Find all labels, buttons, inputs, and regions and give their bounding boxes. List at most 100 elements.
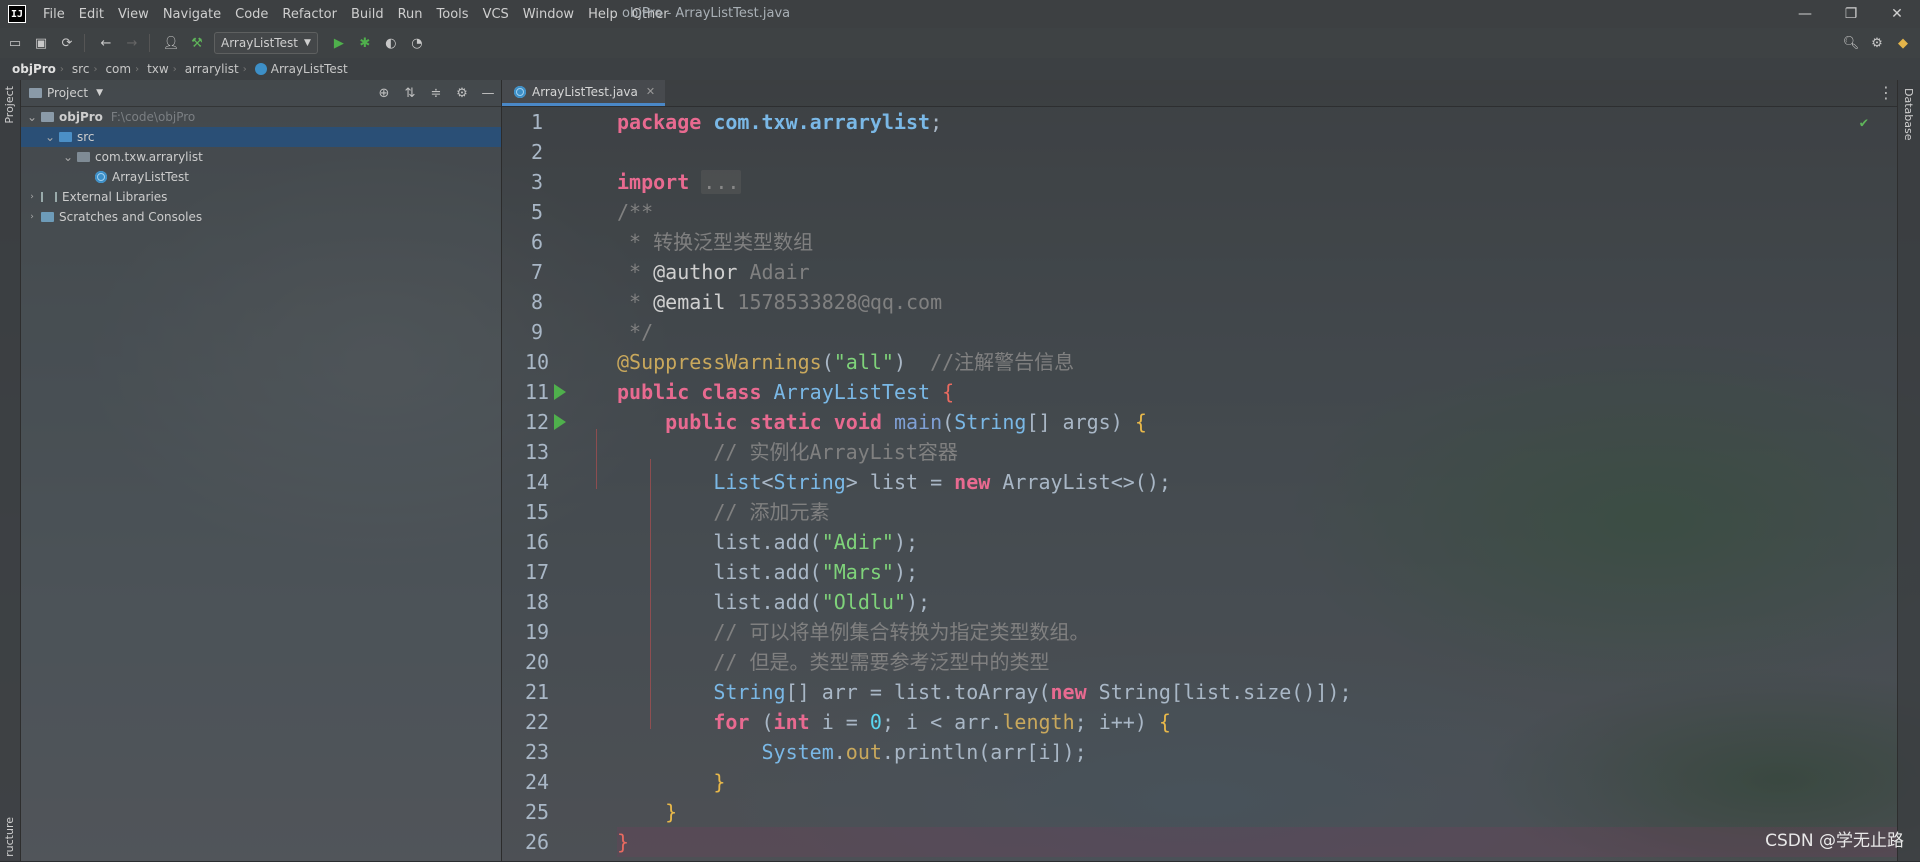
java-class-icon (514, 85, 526, 98)
line-number: 13 (524, 440, 550, 464)
breadcrumb-item[interactable]: ArrayListTest (247, 62, 352, 76)
run-config-label: ArrayListTest (221, 36, 298, 50)
code-line: */ (617, 320, 654, 344)
source-code[interactable]: package com.txw.arrarylist; import ... /… (617, 107, 1898, 857)
code-line: public static void main(String[] args) { (665, 410, 1147, 434)
tree-item[interactable]: › Scratches and Consoles (21, 207, 501, 227)
minimize-button[interactable]: — (1782, 0, 1828, 28)
tree-item-path: F:\code\objPro (110, 110, 196, 124)
inspection-ok-icon[interactable]: ✔ (1860, 115, 1868, 131)
tree-item[interactable]: › External Libraries (21, 187, 501, 207)
coverage-icon[interactable]: ◐ (380, 32, 402, 54)
menu-item-window[interactable]: Window (516, 7, 581, 22)
chevron-down-icon[interactable]: ⌄ (25, 110, 39, 124)
code-line: // 但是。类型需要参考泛型中的类型 (713, 650, 1050, 674)
chevron-down-icon[interactable]: ⌄ (43, 130, 57, 144)
menu-item-vcs[interactable]: VCS (476, 7, 516, 22)
editor-tab[interactable]: ArrayListTest.java ✕ (502, 80, 666, 106)
run-icon[interactable]: ▶ (328, 32, 350, 54)
sync-icon[interactable]: ⟳ (56, 32, 78, 54)
restore-button[interactable]: ❐ (1828, 0, 1874, 28)
folder-icon (41, 112, 54, 122)
chevron-down-icon[interactable]: ▼ (96, 88, 103, 98)
breadcrumb-label: ArrayListTest (270, 62, 348, 76)
code-line: } (665, 800, 678, 824)
gear-icon[interactable]: ⚙ (1866, 32, 1888, 54)
panel-title[interactable]: Project (47, 86, 88, 100)
collapse-all-icon[interactable]: ≑ (423, 86, 449, 101)
breadcrumb-item[interactable]: src (64, 62, 94, 76)
line-number: 16 (524, 530, 550, 554)
back-arrow-icon[interactable]: ← (95, 32, 117, 54)
tree-item[interactable]: ⌄ objPro F:\code\objPro (21, 107, 501, 127)
run-gutter-icon[interactable] (554, 414, 566, 430)
chevron-down-icon[interactable]: ⌄ (61, 150, 75, 164)
forward-arrow-icon[interactable]: → (121, 32, 143, 54)
menu-item-view[interactable]: View (111, 7, 156, 22)
breadcrumb-item[interactable]: txw (139, 62, 173, 76)
tree-item[interactable]: ArrayListTest (21, 167, 501, 187)
tree-item-label: objPro (59, 110, 103, 124)
run-configuration-dropdown[interactable]: ArrayListTest ▼ (214, 32, 318, 54)
expand-all-icon[interactable]: ⇅ (397, 86, 423, 101)
locate-icon[interactable]: ⊕ (371, 86, 397, 101)
close-icon[interactable]: ✕ (646, 85, 655, 98)
breadcrumb-item[interactable]: objPro (0, 62, 60, 76)
run-gutter-icon[interactable] (554, 384, 566, 400)
tree-item[interactable]: ⌄ com.txw.arrarylist (21, 147, 501, 167)
line-number: 20 (524, 650, 550, 674)
line-number: 25 (524, 800, 550, 824)
line-number: 17 (524, 560, 550, 584)
source-folder-icon (59, 132, 72, 142)
search-icon[interactable]: 🔍︎ (1840, 32, 1862, 54)
code-line: } (617, 827, 1898, 857)
menu-item-build[interactable]: Build (344, 7, 391, 22)
debug-icon[interactable]: ✱ (354, 32, 376, 54)
watermark: CSDN @学无止路 (1765, 831, 1904, 851)
code-line: // 可以将单例集合转换为指定类型数组。 (713, 620, 1090, 644)
menu-item-run[interactable]: Run (391, 7, 430, 22)
menu-item-help[interactable]: Help (581, 7, 625, 22)
profile-icon[interactable]: ◔ (406, 32, 428, 54)
code-line: // 添加元素 (713, 500, 830, 524)
structure-tool-tab[interactable]: ructure (3, 817, 16, 857)
tree-item[interactable]: ⌄ src (21, 127, 501, 147)
chevron-right-icon[interactable]: › (25, 212, 39, 222)
breadcrumb-item[interactable]: arrarylist (177, 62, 243, 76)
menu-item-edit[interactable]: Edit (72, 7, 111, 22)
code-line: } (713, 770, 726, 794)
close-window-button[interactable]: ✕ (1874, 0, 1920, 28)
open-folder-icon[interactable]: ▭ (4, 32, 26, 54)
menu-item-refactor[interactable]: Refactor (275, 7, 344, 22)
gear-icon[interactable]: ⚙ (449, 86, 475, 101)
user-icon[interactable]: 👤︎ (160, 32, 182, 54)
save-icon[interactable]: ▣ (30, 32, 52, 54)
project-tool-tab[interactable]: Project (3, 86, 16, 124)
menu-item-code[interactable]: Code (228, 7, 275, 22)
breadcrumb-item[interactable]: com (97, 62, 135, 76)
code-line: * 转换泛型类型数组 (617, 230, 814, 254)
breadcrumb-label: com (105, 62, 132, 76)
tree-item-label: src (77, 130, 95, 144)
menu-item-tools[interactable]: Tools (430, 7, 476, 22)
hide-icon[interactable]: — (475, 86, 501, 101)
code-line: String[] arr = list.toArray(new String[l… (713, 680, 1352, 704)
tree-item-label: Scratches and Consoles (59, 210, 203, 224)
right-tool-strip: Database (1897, 80, 1920, 861)
plugin-logo-icon[interactable]: ◆ (1892, 32, 1914, 54)
window-controls: — ❐ ✕ (1782, 0, 1920, 28)
chevron-right-icon[interactable]: › (25, 192, 39, 202)
code-area[interactable]: 1 2 3 5 6 7 8 9 10 11 12 13 14 15 16 17 18 19 20 21 22 23 24 25… (502, 107, 1898, 862)
tree-item-label: External Libraries (62, 190, 168, 204)
code-line: // 实例化ArrayList容器 (713, 440, 958, 464)
menu-item-navigate[interactable]: Navigate (156, 7, 228, 22)
code-line: import ... (617, 170, 742, 194)
more-options-icon[interactable]: ⋮ (1874, 80, 1898, 106)
editor-tab-bar: ArrayListTest.java ✕ ⋮ (502, 80, 1898, 107)
line-number: 10 (524, 350, 550, 374)
build-hammer-icon[interactable]: ⚒ (186, 32, 208, 54)
line-number: 21 (524, 680, 550, 704)
menu-item-file[interactable]: File (36, 7, 72, 22)
database-tool-tab[interactable]: Database (1902, 88, 1915, 141)
